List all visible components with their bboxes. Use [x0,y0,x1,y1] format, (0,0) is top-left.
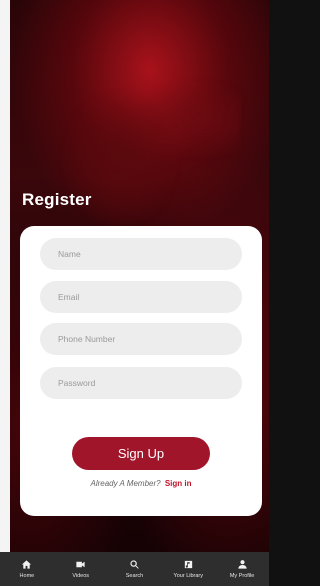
bottom-navigation: Home Videos Search Your Library My Profi… [0,552,269,586]
nav-item-search[interactable]: Search [108,559,160,579]
nav-label-library: Your Library [173,573,203,579]
name-placeholder: Name [58,249,81,259]
nav-label-videos: Videos [72,573,90,579]
nav-item-videos[interactable]: Videos [55,559,107,579]
home-icon [22,560,32,569]
sign-up-button[interactable]: Sign Up [72,437,210,470]
nav-label-profile: My Profile [229,573,255,579]
phone-placeholder: Phone Number [58,334,116,344]
register-card: Name Email Phone Number Password Sign Up… [20,226,262,516]
nav-item-home[interactable]: Home [1,559,53,579]
nav-label-search: Search [125,573,144,579]
sign-in-link[interactable]: Sign in [165,479,192,488]
video-camera-icon [76,561,85,568]
password-field[interactable]: Password [40,367,242,399]
email-field[interactable]: Email [40,281,242,313]
already-member-text: Already A Member? [90,479,161,488]
nav-label-home: Home [19,573,35,579]
phone-number-field[interactable]: Phone Number [40,323,242,355]
page-title: Register [22,190,92,209]
email-placeholder: Email [58,292,80,302]
library-icon [184,560,192,569]
name-field[interactable]: Name [40,238,242,270]
nav-item-profile[interactable]: My Profile [216,559,268,579]
profile-icon [237,560,247,569]
already-member-line: Already A Member? Sign in [20,479,262,488]
password-placeholder: Password [58,378,96,388]
left-edge [0,0,10,586]
nav-item-library[interactable]: Your Library [162,559,214,579]
search-icon [130,560,139,569]
background-image: Register Name Email Phone Number Passwor… [0,0,269,586]
